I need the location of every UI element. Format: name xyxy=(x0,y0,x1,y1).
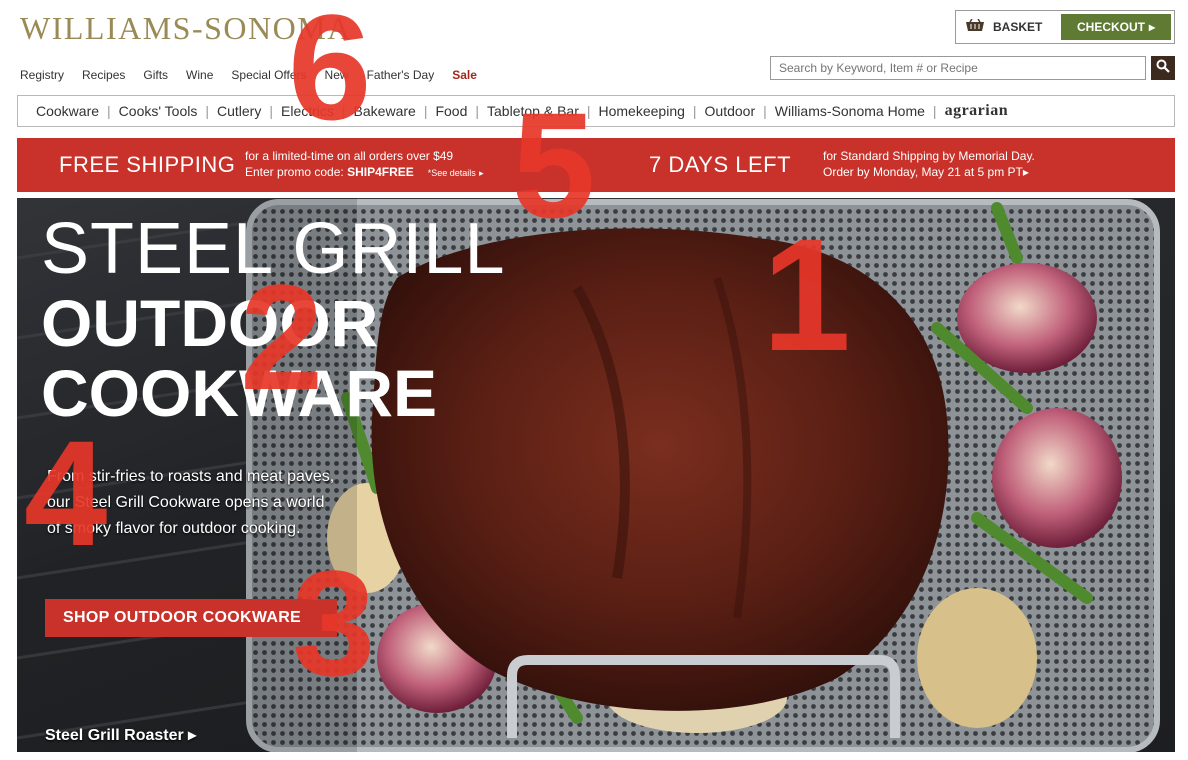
free-shipping-banner[interactable]: FREE SHIPPING for a limited-time on all … xyxy=(17,138,1175,192)
days-left: 7 DAYS LEFT xyxy=(649,152,792,177)
chevron-right-icon: ▸ xyxy=(1148,20,1156,34)
shipping-note-line-2[interactable]: Order by Monday, May 21 at 5 pm PT▸ xyxy=(823,164,1035,180)
basket-icon xyxy=(964,18,986,36)
nav-fathers-day[interactable]: Father's Day xyxy=(367,68,435,86)
category-nav: Cookware | Cooks' Tools | Cutlery | Electri… xyxy=(17,95,1175,127)
promo-title: FREE SHIPPING xyxy=(59,152,236,177)
promo-line-2: Enter promo code: SHIP4FREE *See details … xyxy=(245,164,484,181)
category-outdoor[interactable]: Outdoor xyxy=(697,103,764,119)
overlay-number-4: 4 xyxy=(24,409,108,577)
category-cookware[interactable]: Cookware xyxy=(28,103,107,119)
promo-code-prefix: Enter promo code: xyxy=(245,165,348,179)
chevron-right-icon: ▸ xyxy=(479,168,484,178)
product-link-label: Steel Grill Roaster xyxy=(45,727,184,744)
nav-sale[interactable]: Sale xyxy=(452,68,477,86)
category-cutlery[interactable]: Cutlery xyxy=(209,103,269,119)
search-button[interactable] xyxy=(1151,56,1175,80)
checkout-button[interactable]: CHECKOUT ▸ xyxy=(1061,14,1171,40)
cart-widget: BASKET CHECKOUT ▸ xyxy=(955,10,1175,44)
hero-heading-line-2: OUTDOOR xyxy=(41,286,379,360)
nav-registry[interactable]: Registry xyxy=(20,68,64,86)
shipping-note: for Standard Shipping by Memorial Day. O… xyxy=(823,148,1035,180)
utility-nav: Registry Recipes Gifts Wine Special Offe… xyxy=(20,68,477,86)
checkout-label: CHECKOUT xyxy=(1076,20,1145,34)
category-food[interactable]: Food xyxy=(427,103,475,119)
overlay-number-1: 1 xyxy=(762,205,851,384)
promo-detail: for a limited-time on all orders over $4… xyxy=(245,148,484,181)
overlay-number-3: 3 xyxy=(292,539,376,707)
hero-banner[interactable]: STEEL GRILL OUTDOOR COOKWARE From stir-f… xyxy=(17,198,1175,752)
category-agrarian[interactable]: agrarian xyxy=(937,102,1017,120)
search-input[interactable] xyxy=(770,56,1146,80)
chevron-right-icon: ▸ xyxy=(188,727,197,744)
overlay-number-2: 2 xyxy=(240,253,324,421)
basket-button[interactable]: BASKET xyxy=(956,11,1060,43)
search-icon xyxy=(1156,59,1170,78)
shipping-note-line-1: for Standard Shipping by Memorial Day. xyxy=(823,149,1035,163)
basket-label: BASKET xyxy=(993,20,1043,34)
nav-wine[interactable]: Wine xyxy=(186,68,213,86)
steel-grill-roaster-link[interactable]: Steel Grill Roaster ▸ xyxy=(45,725,196,745)
nav-gifts[interactable]: Gifts xyxy=(143,68,168,86)
category-cooks-tools[interactable]: Cooks' Tools xyxy=(111,103,206,119)
chevron-right-icon: ▸ xyxy=(1022,165,1029,179)
category-ws-home[interactable]: Williams-Sonoma Home xyxy=(767,103,933,119)
promo-code: SHIP4FREE xyxy=(347,165,414,179)
see-details-link[interactable]: *See details xyxy=(428,168,476,178)
overlay-number-5: 5 xyxy=(512,81,596,249)
category-homekeeping[interactable]: Homekeeping xyxy=(591,103,693,119)
overlay-number-6: 6 xyxy=(288,0,372,151)
nav-recipes[interactable]: Recipes xyxy=(82,68,125,86)
